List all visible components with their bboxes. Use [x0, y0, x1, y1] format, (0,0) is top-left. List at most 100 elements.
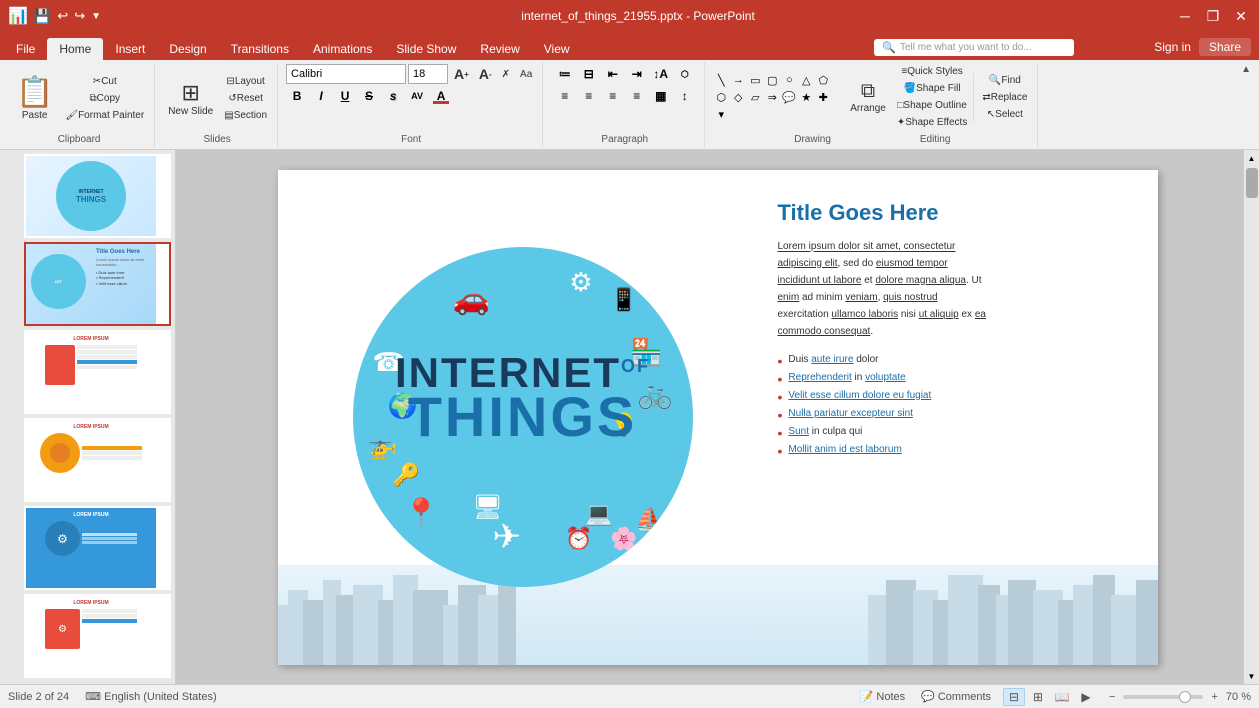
slide-body[interactable]: Lorem ipsum dolor sit amet, consectetur …	[778, 238, 1138, 340]
slide-thumb-2[interactable]: IOT Title Goes Here Lorem ipsum dolor si…	[24, 242, 171, 326]
tab-file[interactable]: File	[4, 38, 47, 60]
underline-button[interactable]: U	[334, 86, 356, 106]
font-size-input[interactable]	[408, 64, 448, 84]
tab-animations[interactable]: Animations	[301, 38, 384, 60]
customize-icon[interactable]: ▼	[91, 11, 101, 22]
font-color-button[interactable]: A	[430, 86, 452, 106]
close-button[interactable]: ✕	[1231, 6, 1251, 26]
columns-button[interactable]: ▦	[650, 86, 672, 106]
canvas-area[interactable]: 🚗 📱 ⚙ 🏪 🚲 ☎ 🌍 🚁	[176, 150, 1259, 684]
window-controls[interactable]: ─ ❐ ✕	[1175, 6, 1251, 26]
zoom-slider-thumb[interactable]	[1179, 691, 1191, 703]
select-button[interactable]: ↖ Select	[978, 107, 1031, 122]
slide-thumb-4[interactable]: LOREM IPSUM	[24, 418, 171, 502]
slide-canvas[interactable]: 🚗 📱 ⚙ 🏪 🚲 ☎ 🌍 🚁	[278, 170, 1158, 665]
tab-review[interactable]: Review	[468, 38, 531, 60]
quick-access-toolbar[interactable]: 📊 💾 ↩ ↪ ▼	[8, 6, 101, 26]
slide-thumb-6[interactable]: LOREM IPSUM ⚙	[24, 594, 171, 678]
decrease-indent-button[interactable]: ⇤	[602, 64, 624, 84]
pentagon-shape[interactable]: ⬠	[815, 72, 831, 88]
scroll-down-button[interactable]: ▼	[1244, 668, 1259, 684]
oval-shape[interactable]: ○	[781, 72, 797, 88]
cross-shape[interactable]: ✚	[815, 89, 831, 105]
zoom-out-button[interactable]: −	[1105, 689, 1119, 705]
copy-button[interactable]: ⧉ Copy	[61, 91, 148, 106]
minimize-button[interactable]: ─	[1175, 6, 1195, 26]
hexagon-shape[interactable]: ⬡	[713, 89, 729, 105]
change-case-button[interactable]: Aa	[516, 67, 536, 82]
format-painter-button[interactable]: 🖌 Format Painter	[61, 108, 148, 123]
triangle-shape[interactable]: △	[798, 72, 814, 88]
callout-shape[interactable]: 💬	[781, 89, 797, 105]
arrange-button[interactable]: ⧉ Arrange	[845, 77, 891, 117]
reset-button[interactable]: ↺ Reset	[220, 91, 271, 106]
align-right-button[interactable]: ≡	[602, 86, 624, 106]
increase-indent-button[interactable]: ⇥	[626, 64, 648, 84]
shape-outline-button[interactable]: □ Shape Outline	[893, 98, 971, 113]
diamond-shape[interactable]: ◇	[730, 89, 746, 105]
slide-thumb-5[interactable]: LOREM IPSUM ⚙	[24, 506, 171, 590]
rect-shape[interactable]: ▭	[747, 72, 763, 88]
decrease-font-button[interactable]: A-	[475, 64, 496, 84]
bold-button[interactable]: B	[286, 86, 308, 106]
shape-effects-button[interactable]: ✦ Shape Effects	[893, 115, 971, 130]
layout-button[interactable]: ⊟ Layout	[220, 74, 271, 89]
convert-smartart-button[interactable]: ⬡	[674, 64, 696, 84]
reading-view-button[interactable]: 📖	[1051, 688, 1073, 706]
line-spacing-button[interactable]: ↕	[674, 86, 696, 106]
slide-sorter-button[interactable]: ⊞	[1027, 688, 1049, 706]
ribbon-tabs[interactable]: File Home Insert Design Transitions Anim…	[0, 32, 1259, 60]
rounded-rect-shape[interactable]: ▢	[764, 72, 780, 88]
arrow-shape[interactable]: →	[730, 72, 746, 88]
notes-button[interactable]: 📝 Notes	[856, 688, 909, 705]
strikethrough-button[interactable]: S	[358, 86, 380, 106]
star-shape[interactable]: ★	[798, 89, 814, 105]
comments-button[interactable]: 💬 Comments	[917, 688, 995, 705]
right-arrow-shape[interactable]: ⇒	[764, 89, 780, 105]
vertical-scrollbar[interactable]: ▲ ▼	[1243, 150, 1259, 684]
undo-icon[interactable]: ↩	[57, 8, 68, 24]
clear-format-button[interactable]: ✗	[498, 67, 514, 82]
scroll-thumb[interactable]	[1246, 168, 1258, 198]
ribbon-search[interactable]: 🔍 Tell me what you want to do...	[874, 39, 1074, 56]
restore-button[interactable]: ❐	[1203, 6, 1223, 26]
redo-icon[interactable]: ↪	[74, 8, 85, 24]
justify-button[interactable]: ≡	[626, 86, 648, 106]
slideshow-button[interactable]: ▶	[1075, 688, 1097, 706]
normal-view-button[interactable]: ⊟	[1003, 688, 1025, 706]
tab-home[interactable]: Home	[47, 38, 103, 60]
cut-button[interactable]: ✂ Cut	[61, 74, 148, 89]
shape-fill-button[interactable]: 🪣 Shape Fill	[893, 81, 971, 96]
shadow-button[interactable]: s	[382, 86, 404, 106]
new-slide-button[interactable]: ⊞ New Slide	[163, 77, 218, 120]
slide-thumb-3[interactable]: LOREM IPSUM	[24, 330, 171, 414]
line-shape[interactable]: ╲	[713, 72, 729, 88]
zoom-in-button[interactable]: +	[1207, 689, 1221, 705]
text-direction-button[interactable]: ↕A	[650, 64, 672, 84]
parallelogram-shape[interactable]: ▱	[747, 89, 763, 105]
tab-transitions[interactable]: Transitions	[219, 38, 301, 60]
bullets-button[interactable]: ≔	[554, 64, 576, 84]
zoom-slider[interactable]	[1123, 695, 1203, 699]
font-name-input[interactable]	[286, 64, 406, 84]
paste-button[interactable]: 📋 Paste	[10, 73, 59, 123]
tab-slideshow[interactable]: Slide Show	[384, 38, 468, 60]
tab-design[interactable]: Design	[157, 38, 218, 60]
share-button[interactable]: Share	[1199, 38, 1251, 56]
scroll-up-button[interactable]: ▲	[1244, 150, 1259, 166]
collapse-ribbon-button[interactable]: ▲	[1237, 62, 1255, 147]
slide-title[interactable]: Title Goes Here	[778, 200, 1138, 226]
more-shapes[interactable]: ▾	[713, 106, 729, 122]
quick-styles-button[interactable]: ≡ Quick Styles	[893, 64, 971, 79]
signin-link[interactable]: Sign in	[1154, 40, 1191, 54]
increase-font-button[interactable]: A+	[450, 64, 473, 84]
tab-insert[interactable]: Insert	[103, 38, 157, 60]
align-center-button[interactable]: ≡	[578, 86, 600, 106]
align-left-button[interactable]: ≡	[554, 86, 576, 106]
slide-thumb-1[interactable]: INTERNET THINGS	[24, 154, 171, 238]
find-button[interactable]: 🔍 Find	[978, 73, 1031, 88]
replace-button[interactable]: ⇄ Replace	[978, 90, 1031, 105]
char-spacing-button[interactable]: AV	[406, 86, 428, 106]
tab-view[interactable]: View	[532, 38, 582, 60]
save-icon[interactable]: 💾	[34, 8, 51, 25]
